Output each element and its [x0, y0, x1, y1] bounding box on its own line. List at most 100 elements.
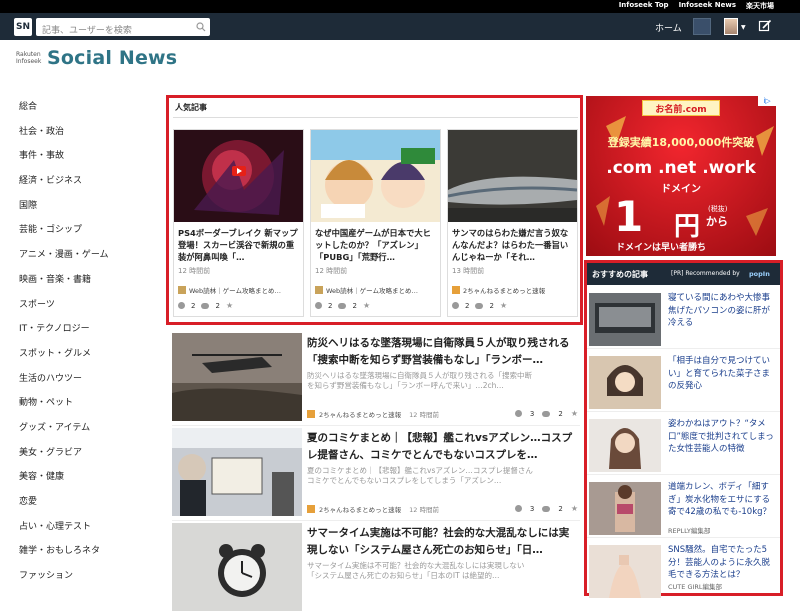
article-time: 13 時間前 [452, 267, 485, 275]
star-icon[interactable]: ★ [500, 301, 507, 310]
sidebar-item[interactable]: 美容・健康 [19, 470, 109, 495]
like-icon[interactable] [452, 302, 459, 309]
like-icon[interactable] [178, 302, 185, 309]
list-item[interactable]: サマータイム実施は不可能？社会的な大混乱なしには実現しない「システム屋さん死亡の… [172, 523, 580, 611]
star-icon[interactable]: ★ [226, 301, 233, 310]
recommended-item[interactable]: 「相手は自分で見つけていい」と育てられた菜子さまの反発心 [587, 352, 780, 412]
article-thumbnail[interactable] [172, 333, 302, 421]
sidebar-item[interactable]: 経済・ビジネス [19, 174, 109, 199]
recommended-item[interactable]: 姿わかねはアウト？“タメ口”態度で批判されてしまった女性芸能人の特徴 [587, 415, 780, 475]
source-name[interactable]: 2ちゃんねるまとめっと速報 [319, 504, 401, 514]
recommended-articles-box: おすすめの記事 [PR] Recommended by popIn 寝ている間に… [584, 260, 783, 598]
recommended-item[interactable]: 寝ている間にあわや大惨事 焦げたパソコンの姿に肝が冷える [587, 289, 780, 349]
comment-icon[interactable] [475, 302, 484, 309]
like-icon[interactable] [514, 410, 522, 417]
recommended-thumbnail[interactable] [589, 293, 661, 346]
link-rakuten-ichiba[interactable]: 楽天市場 [746, 1, 774, 11]
chevron-down-icon[interactable]: ▼ [741, 24, 746, 31]
link-infoseek-top[interactable]: Infoseek Top [619, 1, 669, 11]
sidebar-item[interactable]: 総合 [19, 100, 109, 125]
sidebar-item[interactable]: IT・テクノロジー [19, 322, 109, 347]
social-news-logo[interactable]: Social News [47, 47, 177, 69]
sidebar-item[interactable]: 美女・グラビア [19, 446, 109, 471]
article-card[interactable]: サンマのはらわた嫌だ言う奴なんなんだよ？はらわた一番旨いんじゃねーか「それ… 1… [447, 129, 578, 317]
sidebar-item[interactable]: 映画・音楽・書籍 [19, 273, 109, 298]
sidebar-item[interactable]: ファッション [19, 569, 109, 594]
sidebar-item[interactable]: スポット・グルメ [19, 347, 109, 372]
article-card[interactable]: PS4ボーダーブレイク 新マップ登場！スカービ渓谷で新規の重装が阿鼻叫喚「… 1… [173, 129, 304, 317]
search-icon[interactable] [196, 22, 206, 32]
utility-bar: Infoseek Top Infoseek News 楽天市場 [0, 0, 800, 13]
sidebar-item[interactable]: スポーツ [19, 298, 109, 323]
notification-thumb[interactable] [693, 18, 711, 35]
recommended-thumbnail[interactable] [589, 419, 661, 472]
sidebar-item[interactable]: 恋愛 [19, 495, 109, 520]
comment-count: 2 [558, 409, 563, 418]
sidebar-item[interactable]: 雑学・おもしろネタ [19, 544, 109, 569]
divider [173, 117, 578, 118]
link-infoseek-news[interactable]: Infoseek News [679, 1, 736, 11]
sidebar-item[interactable]: 占い・心理テスト [19, 520, 109, 545]
comment-icon[interactable] [338, 302, 347, 309]
advertisement-banner[interactable]: i▷ お名前.com 登録実績18,000,000件突破 .com .net .… [586, 96, 776, 256]
sidebar-item[interactable]: 社会・政治 [19, 125, 109, 150]
recommended-thumbnail[interactable] [589, 545, 661, 598]
sidebar-item[interactable]: 生活のハウツー [19, 372, 109, 397]
comment-icon[interactable] [542, 410, 551, 417]
edit-icon[interactable] [758, 19, 772, 33]
comment-icon[interactable] [542, 505, 551, 512]
article-title[interactable]: なぜ中国産ゲームが日本で大ヒットしたのか？「アズレン」「PUBG」「荒野行… [315, 227, 439, 263]
like-icon[interactable] [514, 505, 522, 512]
ad-info-icon[interactable]: i▷ [758, 96, 776, 106]
article-title[interactable]: サンマのはらわた嫌だ言う奴なんなんだよ？はらわた一番旨いんじゃねーか「それ… [452, 227, 576, 263]
category-sidebar: 総合 社会・政治 事件・事故 経済・ビジネス 国際 芸能・ゴシップ アニメ・漫画… [19, 100, 109, 594]
recommended-title-link[interactable]: 「相手は自分で見つけていい」と育てられた菜子さまの反発心 [668, 355, 778, 393]
sidebar-item[interactable]: 国際 [19, 199, 109, 224]
comment-icon[interactable] [201, 302, 210, 309]
article-thumbnail[interactable] [172, 428, 302, 516]
star-icon[interactable]: ★ [363, 301, 370, 310]
list-item[interactable]: 夏のコミケまとめ｜【悲報】艦これvsアズレン…コスプレ提督さん、コミケでとんでも… [172, 428, 580, 521]
star-icon[interactable]: ★ [571, 504, 578, 513]
recommended-item[interactable]: SNS騒然。自宅でたった5分！芸能人のように永久脱毛できる方法とは？ CUTE … [587, 541, 780, 601]
sidebar-item[interactable]: アニメ・漫画・ゲーム [19, 248, 109, 273]
article-source[interactable]: 2ちゃんねるまとめっと速報 [452, 285, 545, 295]
article-title[interactable]: PS4ボーダーブレイク 新マップ登場！スカービ渓谷で新規の重装が阿鼻叫喚「… [178, 227, 302, 263]
star-icon[interactable]: ★ [571, 409, 578, 418]
like-count: 3 [529, 409, 535, 418]
recommended-item[interactable]: 道端カレン、ボディ「細すぎ」炭水化物をエサにする寄で42歳の私でも-10kg？ … [587, 478, 780, 538]
popin-logo[interactable]: popIn [749, 270, 770, 278]
article-card[interactable]: なぜ中国産ゲームが日本で大ヒットしたのか？「アズレン」「PUBG」「荒野行… 1… [310, 129, 441, 317]
sidebar-item[interactable]: グッズ・アイテム [19, 421, 109, 446]
recommended-thumbnail[interactable] [589, 356, 661, 409]
recommended-thumbnail[interactable] [589, 482, 661, 535]
article-source[interactable]: Web読林｜ゲーム攻略まとめ… [178, 285, 281, 295]
rakuten-infoseek-logo: Rakuten Infoseek [16, 51, 42, 65]
recommended-title-link[interactable]: 道端カレン、ボディ「細すぎ」炭水化物をエサにする寄で42歳の私でも-10kg？ [668, 481, 778, 519]
source-name[interactable]: 2ちゃんねるまとめっと速報 [319, 409, 401, 419]
like-icon[interactable] [315, 302, 322, 309]
recommended-source: CUTE GIRL編集部 [668, 583, 723, 591]
article-stats: 3 2 ★ [514, 409, 578, 418]
article-source[interactable]: Web読林｜ゲーム攻略まとめ… [315, 285, 418, 295]
article-thumbnail[interactable] [448, 130, 577, 222]
article-thumbnail[interactable] [311, 130, 440, 222]
article-title[interactable]: サマータイム実施は不可能？社会的な大混乱なしには実現しない「システム屋さん死亡の… [307, 525, 579, 559]
sidebar-item[interactable]: 芸能・ゴシップ [19, 223, 109, 248]
recommended-title-link[interactable]: SNS騒然。自宅でたった5分！芸能人のように永久脱毛できる方法とは？ [668, 544, 778, 582]
popular-title: 人気記事 [175, 103, 207, 112]
recommended-title-link[interactable]: 姿わかねはアウト？“タメ口”態度で批判されてしまった女性芸能人の特徴 [668, 418, 778, 456]
sidebar-item[interactable]: 事件・事故 [19, 149, 109, 174]
list-item[interactable]: 防災ヘリはるな墜落現場に自衛隊員５人が取り残される「捜索中断を知らず野営装備もな… [172, 333, 580, 426]
article-time: 12 時間前 [178, 267, 211, 275]
search-input[interactable] [36, 21, 186, 39]
sidebar-item[interactable]: 動物・ペット [19, 396, 109, 421]
article-title[interactable]: 夏のコミケまとめ｜【悲報】艦これvsアズレン…コスプレ提督さん、コミケでとんでも… [307, 430, 579, 464]
sn-logo[interactable]: SN [14, 18, 32, 36]
user-avatar[interactable] [724, 18, 738, 35]
article-thumbnail[interactable] [174, 130, 303, 222]
home-link[interactable]: ホーム [655, 21, 682, 34]
article-title[interactable]: 防災ヘリはるな墜落現場に自衛隊員５人が取り残される「捜索中断を知らず野営装備もな… [307, 335, 579, 369]
recommended-title-link[interactable]: 寝ている間にあわや大惨事 焦げたパソコンの姿に肝が冷える [668, 292, 779, 330]
article-thumbnail[interactable] [172, 523, 302, 611]
